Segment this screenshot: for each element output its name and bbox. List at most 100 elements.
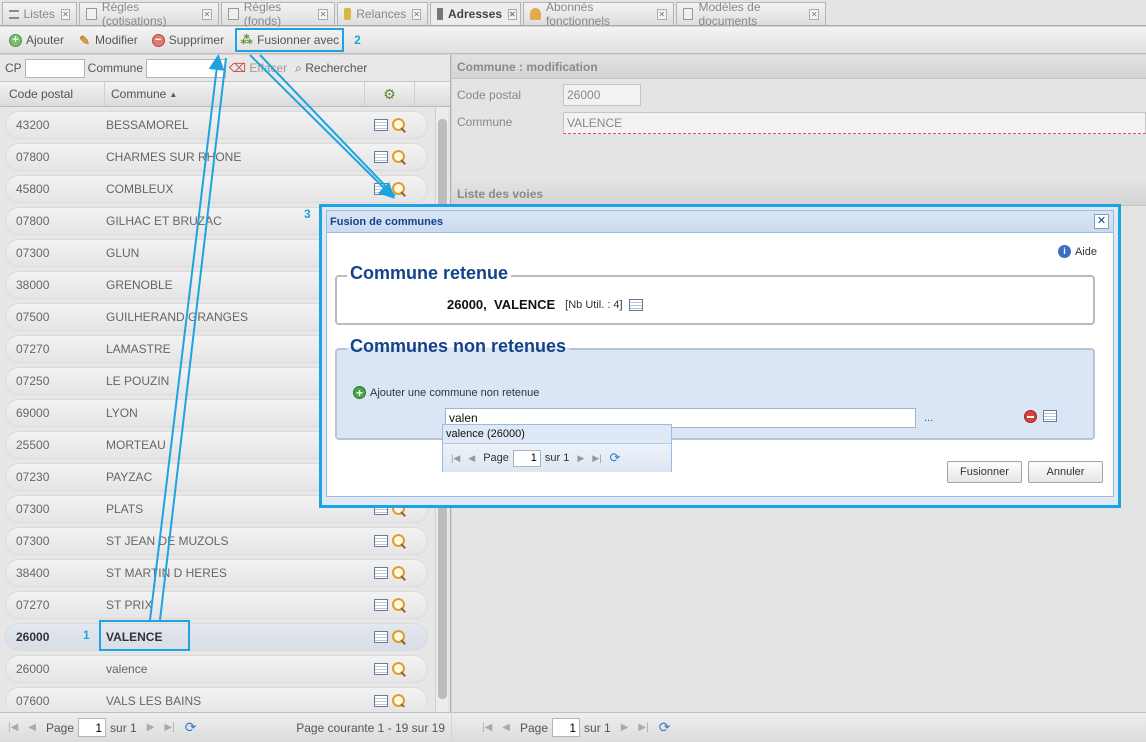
merge-confirm-button[interactable]: Fusionner bbox=[947, 461, 1022, 483]
col-header-cp[interactable]: Code postal bbox=[0, 82, 105, 106]
calendar-icon[interactable] bbox=[628, 298, 643, 311]
add-button[interactable]: + Ajouter bbox=[6, 29, 67, 51]
calendar-icon[interactable] bbox=[374, 599, 388, 611]
page-input[interactable] bbox=[512, 449, 541, 467]
tab-abonnes[interactable]: Abonnés fonctionnels ✕ bbox=[523, 0, 674, 28]
magnifier-icon[interactable] bbox=[392, 630, 406, 644]
next-page-icon[interactable]: ▶ bbox=[621, 722, 629, 733]
page-status: Page courante 1 - 19 sur 19 bbox=[296, 720, 445, 735]
delete-button[interactable]: − Supprimer bbox=[149, 29, 227, 51]
page-of-label: sur 1 bbox=[544, 452, 570, 464]
retained-commune: 26000, VALENCE [Nb Util. : 4] bbox=[447, 297, 643, 312]
table-row[interactable]: 45800 COMBLEUX bbox=[5, 175, 428, 203]
table-row[interactable]: 38400 ST MARTIN D HERES bbox=[5, 559, 428, 587]
magnifier-icon[interactable] bbox=[392, 662, 406, 676]
tab-label: Modèles de documents bbox=[698, 0, 761, 28]
retained-legend: Commune retenue bbox=[347, 263, 512, 284]
magnifier-icon[interactable] bbox=[392, 534, 406, 548]
prev-page-icon[interactable]: ◀ bbox=[502, 722, 510, 733]
first-page-icon[interactable]: |◀ bbox=[8, 722, 18, 733]
add-non-retained-button[interactable]: + Ajouter une commune non retenue bbox=[353, 386, 539, 399]
calendar-icon[interactable] bbox=[374, 695, 388, 707]
row-actions bbox=[374, 662, 406, 676]
cp-field[interactable]: 26000 bbox=[563, 84, 641, 106]
edit-button[interactable]: ✎ Modifier bbox=[75, 29, 141, 51]
refresh-icon[interactable]: ⟳ bbox=[659, 719, 671, 736]
search-button[interactable]: ⌕ Rechercher bbox=[295, 61, 367, 76]
close-icon[interactable]: ✕ bbox=[1094, 214, 1109, 229]
row-actions bbox=[374, 150, 406, 164]
close-icon[interactable]: ✕ bbox=[809, 8, 819, 20]
first-page-icon[interactable]: |◀ bbox=[482, 722, 492, 733]
table-row[interactable]: 07270 ST PRIX bbox=[5, 591, 428, 619]
calendar-icon[interactable] bbox=[374, 151, 388, 163]
next-page-icon[interactable]: ▶ bbox=[577, 453, 584, 464]
table-row[interactable]: 26000 valence bbox=[5, 655, 428, 683]
calendar-icon[interactable] bbox=[1043, 410, 1057, 422]
remove-icon[interactable] bbox=[1024, 410, 1037, 423]
magnifier-icon[interactable] bbox=[392, 182, 406, 196]
table-row[interactable]: 07800 CHARMES SUR RHONE bbox=[5, 143, 428, 171]
magnifier-icon[interactable] bbox=[392, 694, 406, 707]
close-icon[interactable]: ✕ bbox=[412, 8, 421, 20]
table-row[interactable]: 43200 BESSAMOREL bbox=[5, 111, 428, 139]
tab-regles-cotisations[interactable]: Règles (cotisations) ✕ bbox=[79, 0, 219, 28]
dialog-title: Fusion de communes bbox=[327, 211, 1113, 233]
last-page-icon[interactable]: ▶| bbox=[164, 722, 174, 733]
close-icon[interactable]: ✕ bbox=[656, 8, 667, 20]
next-page-icon[interactable]: ▶ bbox=[147, 722, 155, 733]
tab-regles-fonds[interactable]: Règles (fonds) ✕ bbox=[221, 0, 335, 28]
prev-page-icon[interactable]: ◀ bbox=[468, 453, 475, 464]
table-row[interactable]: 07600 VALS LES BAINS bbox=[5, 687, 428, 707]
clear-button[interactable]: ⌫ Effacer bbox=[229, 61, 287, 75]
row-commune: ST PRIX bbox=[106, 598, 153, 612]
row-cp: 07270 bbox=[16, 598, 50, 612]
tab-modeles[interactable]: Modèles de documents ✕ bbox=[676, 0, 826, 28]
commune-filter-input[interactable] bbox=[146, 58, 227, 78]
more-button[interactable]: ... bbox=[924, 412, 933, 424]
cp-filter-input[interactable] bbox=[24, 58, 85, 78]
calendar-icon[interactable] bbox=[374, 567, 388, 579]
last-page-icon[interactable]: ▶| bbox=[592, 453, 601, 464]
col-header-actions[interactable]: ⚙ bbox=[365, 82, 415, 106]
first-page-icon[interactable]: |◀ bbox=[451, 453, 460, 464]
calendar-icon[interactable] bbox=[374, 663, 388, 675]
commune-field[interactable]: VALENCE bbox=[563, 112, 1146, 134]
tab-label: Règles (fonds) bbox=[243, 0, 282, 28]
calendar-icon[interactable] bbox=[374, 183, 388, 195]
col-header-commune[interactable]: Commune ▲ bbox=[105, 82, 365, 106]
calendar-icon[interactable] bbox=[374, 535, 388, 547]
cancel-button[interactable]: Annuler bbox=[1028, 461, 1103, 483]
row-cp: 07600 bbox=[16, 694, 50, 707]
calendar-icon[interactable] bbox=[374, 631, 388, 643]
table-row[interactable]: 26000 VALENCE bbox=[5, 623, 428, 651]
help-button[interactable]: i Aide bbox=[1057, 245, 1097, 258]
close-icon[interactable]: ✕ bbox=[60, 8, 70, 20]
table-row[interactable]: 07300 ST JEAN DE MUZOLS bbox=[5, 527, 428, 555]
tab-relances[interactable]: Relances ✕ bbox=[337, 2, 428, 25]
page-input[interactable] bbox=[78, 718, 107, 737]
close-icon[interactable]: ✕ bbox=[508, 8, 517, 20]
row-cp: 69000 bbox=[16, 406, 50, 420]
close-icon[interactable]: ✕ bbox=[318, 8, 328, 20]
add-non-retained-label: Ajouter une commune non retenue bbox=[370, 386, 540, 399]
eraser-icon: ⌫ bbox=[229, 61, 246, 75]
magnifier-icon[interactable] bbox=[392, 150, 406, 164]
tab-bar: Listes ✕ Règles (cotisations) ✕ Règles (… bbox=[0, 0, 1146, 28]
magnifier-icon[interactable] bbox=[392, 118, 406, 132]
calendar-icon[interactable] bbox=[374, 119, 388, 131]
magnifier-icon[interactable] bbox=[392, 598, 406, 612]
page-input[interactable] bbox=[552, 718, 581, 737]
tab-adresses[interactable]: Adresses ✕ bbox=[430, 2, 521, 25]
tab-listes[interactable]: Listes ✕ bbox=[2, 2, 77, 25]
merge-button[interactable]: ⁂ Fusionner avec bbox=[235, 28, 345, 52]
autocomplete-option[interactable]: valence (26000) bbox=[443, 425, 671, 444]
magnifier-icon[interactable] bbox=[392, 566, 406, 580]
last-page-icon[interactable]: ▶| bbox=[638, 722, 648, 733]
dropdown-pager: |◀ ◀ Page sur 1 ▶ ▶| ⟳ bbox=[443, 444, 671, 472]
close-icon[interactable]: ✕ bbox=[201, 8, 212, 20]
prev-page-icon[interactable]: ◀ bbox=[28, 722, 36, 733]
refresh-icon[interactable]: ⟳ bbox=[610, 450, 621, 466]
refresh-icon[interactable]: ⟳ bbox=[185, 719, 197, 736]
commune-filter-label: Commune bbox=[87, 61, 144, 75]
